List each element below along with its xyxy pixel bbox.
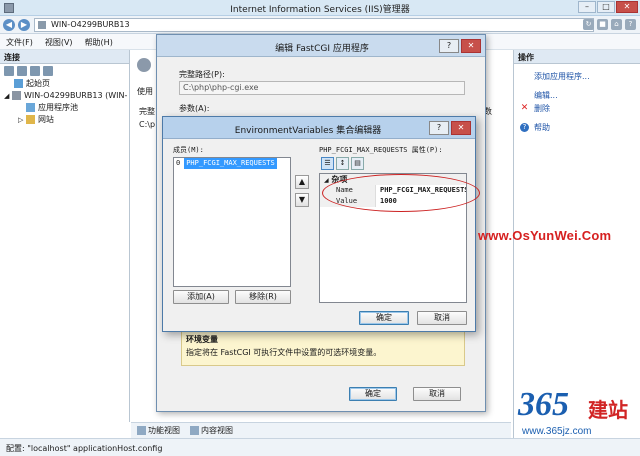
stop-icon[interactable]: ■ — [597, 19, 608, 30]
connections-panel: 连接 起始页 ◢ WIN-O4299BURB13 (WIN- 应用程序池 ▷ 网… — [0, 50, 130, 422]
fastcgi-dialog-title: 编辑 FastCGI 应用程序 — [275, 44, 369, 54]
tree-item-server[interactable]: ◢ WIN-O4299BURB13 (WIN- — [0, 90, 129, 102]
env-dialog-titlebar: EnvironmentVariables 集合编辑器 ? ✕ — [163, 117, 475, 139]
env-dialog-title: EnvironmentVariables 集合编辑器 — [234, 126, 382, 136]
actions-header: 操作 — [514, 50, 640, 64]
tree-item-app-pools[interactable]: 应用程序池 — [0, 102, 129, 114]
server-icon — [38, 21, 46, 29]
fastcgi-cancel-button[interactable]: 取消 — [413, 387, 461, 401]
bottom-tabs: 功能视图 内容视图 — [131, 422, 511, 438]
members-label: 成员(M): — [173, 146, 204, 154]
maximize-button[interactable]: □ — [597, 1, 615, 13]
server-node-icon — [11, 91, 21, 100]
sites-folder-icon — [25, 115, 35, 124]
menu-view[interactable]: 视图(V) — [39, 34, 79, 49]
tab-content-view[interactable]: 内容视图 — [190, 425, 233, 436]
save-icon[interactable] — [17, 66, 27, 76]
delete-x-icon: ✕ — [520, 103, 529, 113]
fastcgi-ok-button[interactable]: 确定 — [349, 387, 397, 401]
menu-file[interactable]: 文件(F) — [0, 34, 39, 49]
connections-header: 连接 — [0, 50, 129, 64]
close-button[interactable]: ✕ — [616, 1, 638, 13]
action-delete[interactable]: ✕ 删除 — [514, 102, 640, 115]
tab-features-view[interactable]: 功能视图 — [137, 425, 180, 436]
menu-help[interactable]: 帮助(H) — [79, 34, 119, 49]
fastcgi-help-button[interactable]: ? — [439, 39, 459, 53]
title-bar: Internet Information Services (IIS)管理器 –… — [0, 0, 640, 16]
env-help-button[interactable]: ? — [429, 121, 449, 135]
watermark-site: www.OsYunWei.Com — [478, 228, 612, 243]
center-text-complete: 完整 — [139, 107, 155, 116]
logo-url: www.365jz.com — [522, 426, 592, 437]
move-down-button[interactable]: ▼ — [295, 193, 309, 207]
properties-toolbar: ☰ ↕ ▤ — [321, 157, 364, 170]
members-list[interactable]: 0 PHP_FCGI_MAX_REQUESTS — [173, 157, 291, 287]
action-edit[interactable]: 编辑... — [514, 89, 640, 102]
365jz-logo: 365 建站 www.365jz.com — [518, 386, 638, 446]
env-close-button[interactable]: ✕ — [451, 121, 471, 135]
highlight-annotation — [322, 174, 480, 212]
action-add-application[interactable]: 添加应用程序... — [514, 70, 640, 83]
description-title: 环境变量 — [186, 335, 218, 344]
help-icon[interactable]: ? — [625, 19, 636, 30]
env-cancel-button[interactable]: 取消 — [417, 311, 467, 325]
app-pool-icon — [26, 103, 35, 112]
env-ok-button[interactable]: 确定 — [359, 311, 409, 325]
start-page-icon — [14, 79, 23, 88]
categorized-icon[interactable]: ☰ — [321, 157, 334, 170]
back-arrow-icon[interactable]: ◀ — [3, 19, 15, 31]
fastcgi-close-button[interactable]: ✕ — [461, 39, 481, 53]
member-name: PHP_FCGI_MAX_REQUESTS — [184, 158, 277, 169]
environment-variables-dialog: EnvironmentVariables 集合编辑器 ? ✕ 成员(M): 0 … — [162, 116, 476, 332]
logo-chinese: 建站 — [588, 398, 628, 422]
tree-item-sites[interactable]: ▷ 网站 — [0, 114, 129, 126]
full-path-field[interactable]: C:\php\php-cgi.exe — [179, 81, 465, 95]
fastcgi-feature-icon — [137, 58, 151, 72]
description-text: 指定将在 FastCGI 可执行文件中设置的可选环境变量。 — [186, 348, 382, 357]
member-index: 0 — [176, 159, 181, 167]
center-text-use: 使用 — [137, 87, 153, 96]
refresh-icon[interactable]: ↻ — [583, 19, 594, 30]
home-icon[interactable]: ⌂ — [611, 19, 622, 30]
help-circle-icon: ? — [520, 123, 529, 132]
arguments-label: 参数(A): — [179, 104, 210, 113]
full-path-label: 完整路径(P): — [179, 70, 225, 79]
fastcgi-dialog-titlebar: 编辑 FastCGI 应用程序 ? ✕ — [157, 35, 485, 57]
address-field[interactable]: WIN-O4299BURB13 — [34, 18, 594, 32]
list-item[interactable]: 0 PHP_FCGI_MAX_REQUESTS — [174, 158, 290, 169]
forward-arrow-icon[interactable]: ▶ — [18, 19, 30, 31]
content-view-icon — [190, 426, 199, 435]
address-path: WIN-O4299BURB13 — [51, 20, 130, 29]
logo-number: 365 — [518, 386, 569, 423]
center-text-path: C:\p — [139, 120, 156, 129]
globe-icon[interactable] — [4, 66, 14, 76]
action-help[interactable]: ? 帮助 — [514, 121, 640, 134]
actions-panel: 操作 添加应用程序... 编辑... ✕ 删除 ? 帮助 — [513, 50, 640, 438]
alphabetical-icon[interactable]: ↕ — [336, 157, 349, 170]
remove-member-button[interactable]: 移除(R) — [235, 290, 291, 304]
description-box: 环境变量 指定将在 FastCGI 可执行文件中设置的可选环境变量。 — [181, 330, 465, 366]
property-pages-icon[interactable]: ▤ — [351, 157, 364, 170]
collapse-arrow-icon[interactable]: ◢ — [4, 92, 9, 100]
minimize-button[interactable]: – — [578, 1, 596, 13]
tree-item-start-page[interactable]: 起始页 — [0, 78, 129, 90]
connections-toolbar — [0, 64, 129, 78]
copy-icon[interactable] — [30, 66, 40, 76]
features-view-icon — [137, 426, 146, 435]
category-collapse-icon[interactable]: ◢ — [324, 177, 329, 184]
expand-arrow-icon[interactable]: ▷ — [18, 116, 23, 124]
address-bar: ◀ ▶ WIN-O4299BURB13 ↻ ■ ⌂ ? — [0, 16, 640, 34]
connect-icon[interactable] — [43, 66, 53, 76]
add-member-button[interactable]: 添加(A) — [173, 290, 229, 304]
properties-label: PHP_FCGI_MAX_REQUESTS 属性(P): — [319, 146, 443, 154]
window-title: Internet Information Services (IIS)管理器 — [230, 5, 410, 15]
move-up-button[interactable]: ▲ — [295, 175, 309, 189]
